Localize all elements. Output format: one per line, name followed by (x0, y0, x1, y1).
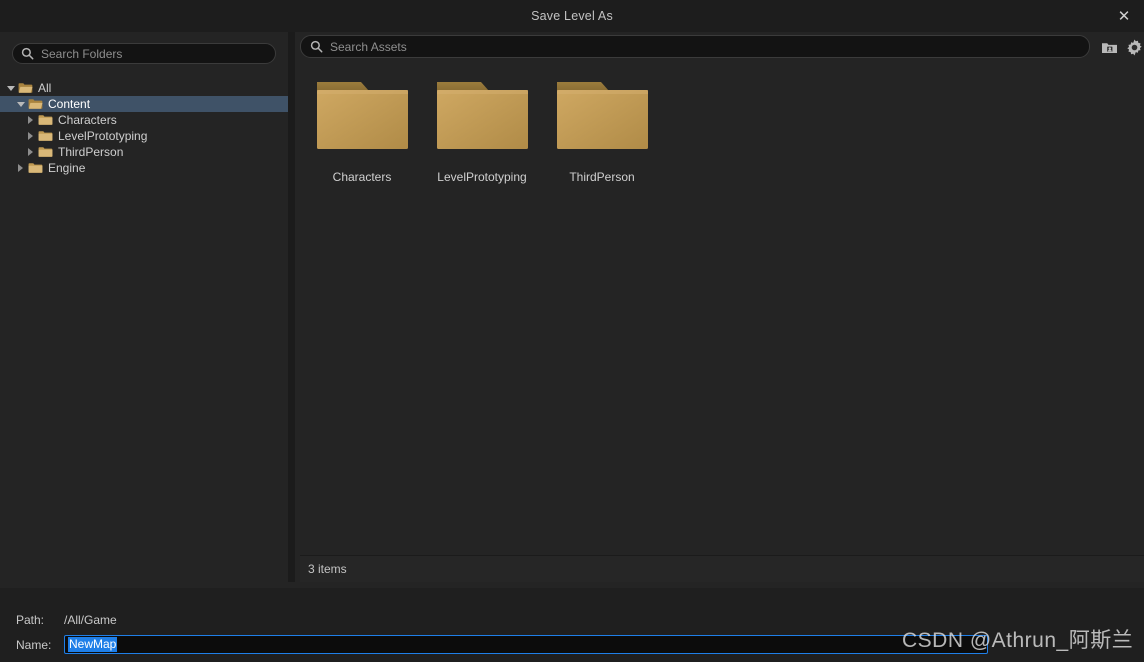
search-folders-placeholder: Search Folders (41, 47, 122, 61)
tree-item-label: All (38, 80, 51, 96)
asset-tile-label: Characters (302, 170, 422, 184)
save-level-as-dialog: 𝄨 Save Level As ✕ Search Folders All Cont… (0, 0, 1144, 662)
tree-item-thirdperson[interactable]: ThirdPerson (0, 144, 288, 160)
tree-item-label: Content (48, 96, 90, 112)
tree-item-all[interactable]: All (0, 80, 288, 96)
name-label: Name: (16, 638, 64, 652)
search-assets-placeholder: Search Assets (330, 40, 407, 54)
search-assets-input[interactable]: Search Assets (300, 35, 1090, 58)
view-options-gear-icon[interactable] (1123, 36, 1144, 58)
folder-thumbnail-icon (315, 76, 410, 153)
folder-thumbnail-icon (555, 76, 650, 153)
tree-item-content[interactable]: Content (0, 96, 288, 112)
footer-bar: Path: /All/Game Name: NewMap Save Cancel (0, 588, 1144, 662)
tree-item-label: ThirdPerson (58, 144, 123, 160)
folder-thumbnail-icon (435, 76, 530, 153)
tree-item-engine[interactable]: Engine (0, 160, 288, 176)
chevron-right-icon[interactable] (24, 114, 37, 127)
chevron-right-icon[interactable] (24, 130, 37, 143)
chevron-down-icon[interactable] (4, 82, 17, 95)
folder-icon (37, 114, 58, 126)
tree-item-characters[interactable]: Characters (0, 112, 288, 128)
tree-item-label: Characters (58, 112, 117, 128)
folder-icon (37, 146, 58, 158)
folder-open-icon (17, 82, 38, 94)
title-bar: 𝄨 Save Level As ✕ (0, 0, 1144, 32)
folder-icon (37, 130, 58, 142)
chevron-down-icon[interactable] (14, 98, 27, 111)
asset-tile[interactable]: LevelPrototyping (422, 76, 542, 184)
folder-tree-panel: Search Folders All Content Characters Level… (0, 32, 288, 582)
show-in-explorer-icon[interactable] (1098, 36, 1120, 58)
asset-status-bar: 3 items (300, 555, 1144, 582)
search-icon (21, 47, 34, 60)
name-input[interactable]: NewMap (64, 635, 988, 654)
tree-item-label: LevelPrototyping (58, 128, 147, 144)
item-count-label: 3 items (308, 562, 347, 576)
chevron-right-icon[interactable] (24, 146, 37, 159)
asset-browser-panel: Search Assets Characters LevelPrototyping… (295, 32, 1144, 582)
path-row: Path: /All/Game (16, 613, 117, 627)
chevron-right-icon[interactable] (14, 162, 27, 175)
name-row: Name: NewMap (16, 635, 988, 654)
search-folders-input[interactable]: Search Folders (12, 43, 276, 64)
tree-item-label: Engine (48, 160, 85, 176)
panel-splitter[interactable] (288, 32, 295, 582)
asset-tile[interactable]: ThirdPerson (542, 76, 662, 184)
search-icon (310, 40, 323, 53)
path-label: Path: (16, 613, 64, 627)
folder-open-icon (27, 98, 48, 110)
name-input-value: NewMap (68, 637, 117, 652)
asset-grid: Characters LevelPrototyping ThirdPerson (300, 64, 1144, 554)
close-icon[interactable]: ✕ (1104, 0, 1144, 32)
asset-tile[interactable]: Characters (302, 76, 422, 184)
window-title: Save Level As (0, 0, 1144, 32)
path-value: /All/Game (64, 613, 117, 627)
folder-icon (27, 162, 48, 174)
asset-tile-label: ThirdPerson (542, 170, 662, 184)
asset-tile-label: LevelPrototyping (422, 170, 542, 184)
asset-toolbar: Search Assets (295, 32, 1144, 62)
folder-tree: All Content Characters LevelPrototyping Thir… (0, 80, 288, 176)
tree-item-levelprototyping[interactable]: LevelPrototyping (0, 128, 288, 144)
